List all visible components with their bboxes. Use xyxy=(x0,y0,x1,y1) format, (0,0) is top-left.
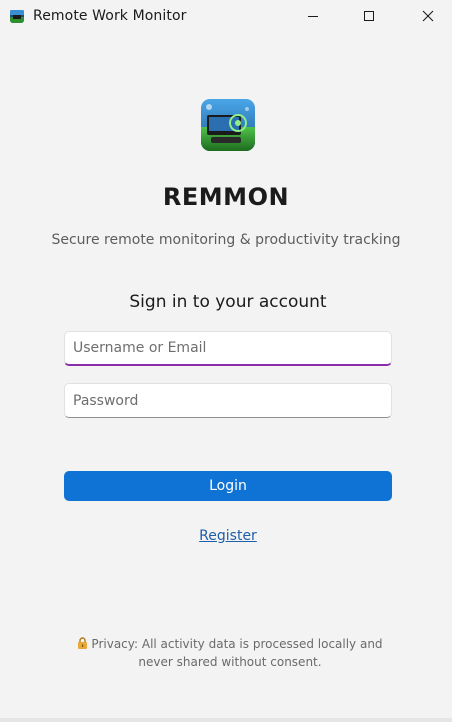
app-tagline: Secure remote monitoring & productivity … xyxy=(51,232,401,248)
app-name: REMMON xyxy=(162,183,290,211)
maximize-icon xyxy=(364,11,374,21)
signin-heading: Sign in to your account xyxy=(129,292,327,312)
minimize-icon xyxy=(308,16,318,17)
username-input[interactable] xyxy=(64,331,392,366)
minimize-button[interactable] xyxy=(290,0,336,32)
window-title: Remote Work Monitor xyxy=(33,8,187,24)
window-bottom-border xyxy=(0,718,452,722)
login-button[interactable]: Login xyxy=(64,471,392,501)
close-button[interactable] xyxy=(405,0,451,32)
register-link-container: Register xyxy=(0,528,452,544)
lock-icon xyxy=(77,637,88,654)
app-icon xyxy=(10,9,24,23)
close-icon xyxy=(422,10,434,22)
app-window: Remote Work Monitor REMMON Secure remote… xyxy=(0,0,452,722)
privacy-text: Privacy: All activity data is processed … xyxy=(91,637,383,669)
title-bar[interactable]: Remote Work Monitor xyxy=(0,0,452,32)
password-input[interactable] xyxy=(64,383,392,418)
maximize-button[interactable] xyxy=(346,0,392,32)
privacy-notice: Privacy: All activity data is processed … xyxy=(60,636,400,671)
register-link[interactable]: Register xyxy=(199,528,257,544)
app-logo-icon xyxy=(201,99,255,151)
